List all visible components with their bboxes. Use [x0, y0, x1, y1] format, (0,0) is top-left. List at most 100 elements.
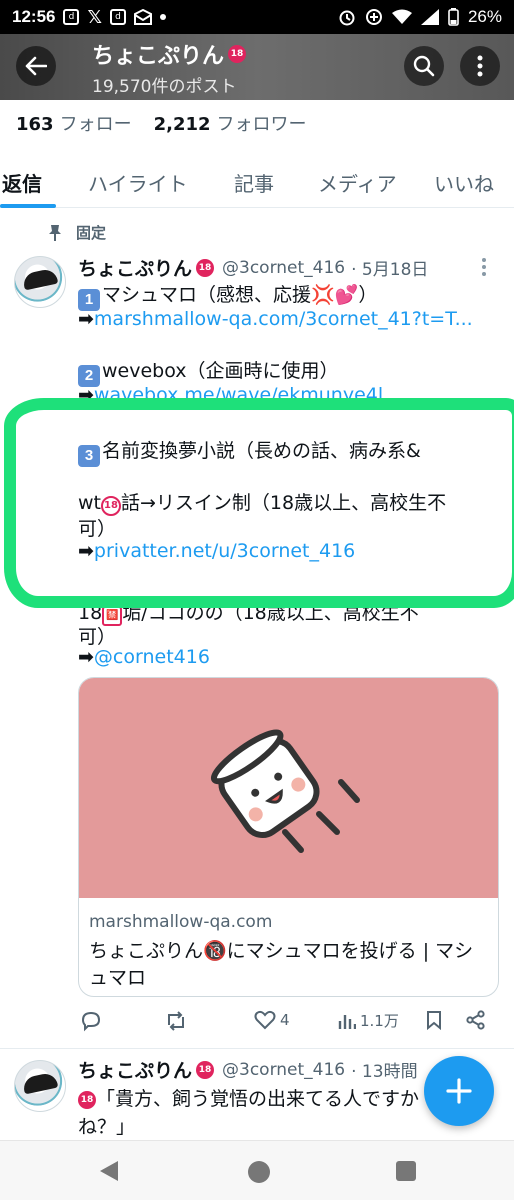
pinned-indicator: 固定: [48, 222, 106, 243]
nav-back-icon[interactable]: [100, 1161, 118, 1181]
tab-articles[interactable]: 記事: [234, 168, 274, 197]
like-button[interactable]: 4: [254, 1010, 290, 1030]
header-name: ちょこぷりん: [92, 44, 225, 69]
dot-icon: [160, 14, 166, 20]
bookmark-button[interactable]: [426, 1010, 442, 1030]
tweet-time[interactable]: · 13時間: [351, 1057, 417, 1082]
tweet-text: 名前変換夢小説（長めの話、病み系&: [102, 440, 421, 462]
no-18-icon: 18: [228, 45, 247, 63]
tweet-actions: 4 1.1万: [78, 1010, 498, 1038]
avatar[interactable]: [14, 256, 66, 308]
nav-home-icon[interactable]: [248, 1161, 270, 1183]
link-preview-card[interactable]: marshmallow-qa.com ちょこぷりん🔞にマシュマロを投げる | マ…: [78, 677, 499, 997]
tweet-text: 話→リスイン制（18歳以上、高校生不: [121, 492, 447, 514]
right-arrow-icon: ➡: [78, 384, 94, 406]
views-chart-icon: [338, 1014, 356, 1029]
no-18-icon: 18: [78, 1090, 96, 1109]
following-link[interactable]: 163 フォロー: [16, 110, 132, 136]
tweet-line-link-3: ➡privatter.net/u/3cornet_416: [78, 540, 355, 562]
tweet-line-3c: 可）: [78, 518, 117, 540]
header-name-row: ちょこぷりん 18: [92, 38, 247, 70]
compose-button[interactable]: [424, 1056, 494, 1126]
tweet-line-4b: 可）: [78, 626, 117, 648]
marshmallow-icon: [210, 729, 360, 853]
card-title: ちょこぷりん🔞にマシュマロを投げる | マシュマロ: [89, 940, 474, 989]
right-arrow-icon: ➡: [78, 646, 94, 668]
wifi-icon: [391, 9, 412, 24]
nav-recent-apps-icon[interactable]: [396, 1161, 416, 1181]
post-count: 19,570件のポスト: [92, 77, 237, 97]
tab-highlights[interactable]: ハイライト: [88, 168, 188, 197]
search-button[interactable]: [404, 46, 444, 86]
tweet-author-name[interactable]: ちょこぷりん: [78, 1056, 192, 1083]
tweet-handle[interactable]: @3cornet_416: [222, 258, 345, 278]
keycap-3-icon: 3: [78, 445, 100, 467]
tweet-text: wt: [78, 492, 101, 514]
profile-header: ちょこぷりん 18 19,570件のポスト: [0, 34, 514, 100]
vertical-dots-icon: [477, 55, 483, 77]
tab-likes[interactable]: いいね: [434, 168, 494, 197]
no-18-icon: 18: [196, 1060, 215, 1079]
system-navigation-bar: [0, 1140, 514, 1200]
tweet-line-link-2: ➡wavebox.me/wave/ekmunye4l: [78, 384, 383, 406]
following-count: 163: [16, 114, 54, 135]
tweet-mention[interactable]: @cornet416: [94, 646, 210, 668]
views-button[interactable]: 1.1万: [338, 1010, 399, 1031]
profile-tabs: 返信 ハイライト 記事 メディア いいね: [0, 150, 514, 208]
status-bar: 12:56 d 𝕏 d 26%: [0, 0, 514, 34]
tweet-line-4: 18 🈲 垢/ココのの（18歳以上、高校生不: [78, 598, 419, 626]
right-arrow-icon: ➡: [78, 540, 94, 562]
back-button[interactable]: [16, 46, 56, 86]
battery-percent: 26%: [467, 7, 502, 26]
more-options-button[interactable]: [460, 46, 500, 86]
tweet-line-link-1: ➡marshmallow-qa.com/3cornet_41?t=T...: [78, 308, 473, 330]
follow-stats: 163 フォロー 2,212 フォロワー: [16, 110, 307, 136]
tweet-link[interactable]: marshmallow-qa.com/3cornet_41?t=T...: [94, 308, 473, 330]
tab-replies[interactable]: 返信: [2, 168, 42, 197]
tab-media[interactable]: メディア: [318, 168, 397, 197]
no-18-icon: 18: [196, 258, 215, 277]
avatar[interactable]: [14, 1060, 66, 1112]
tweet-text: wevebox（企画時に使用）: [102, 360, 339, 382]
tweet-line-1: 18 「貴方、飼う覚悟の出来てる人ですか: [78, 1084, 419, 1111]
view-count: 1.1万: [360, 1012, 399, 1030]
no-18-icon: 18: [101, 495, 121, 516]
pin-icon: [49, 224, 61, 241]
signal-icon: [420, 9, 439, 25]
tweet-header: ちょこぷりん 18 @3cornet_416 · 5月18日: [78, 254, 428, 281]
following-label: フォロー: [59, 114, 132, 135]
share-icon: [466, 1010, 485, 1030]
followers-count: 2,212: [153, 114, 211, 135]
tweet-handle[interactable]: @3cornet_416: [222, 1060, 345, 1080]
tweet-text: マシュマロ（感想、応援: [102, 284, 312, 306]
tweet-more-button[interactable]: [482, 258, 486, 276]
followers-link[interactable]: 2,212 フォロワー: [154, 110, 307, 136]
card-domain: marshmallow-qa.com: [89, 912, 273, 932]
heart-icon: [254, 1010, 276, 1030]
bookmark-icon: [427, 1011, 441, 1030]
tweet-header: ちょこぷりん 18 @3cornet_416 · 13時間: [78, 1056, 418, 1083]
tweet-link[interactable]: privatter.net/u/3cornet_416: [94, 540, 355, 562]
reply-button[interactable]: [80, 1010, 102, 1032]
tweet-link[interactable]: wavebox.me/wave/ekmunye4l: [94, 384, 383, 406]
tweet-divider: [0, 1048, 514, 1049]
tiktok-icon: d: [110, 9, 126, 25]
marshmallow-image: [79, 678, 498, 898]
reply-icon: [81, 1011, 101, 1032]
repost-button[interactable]: [164, 1010, 188, 1032]
right-arrow-icon: ➡: [78, 308, 94, 330]
x-icon: 𝕏: [87, 6, 102, 28]
repost-icon: [168, 1011, 184, 1031]
tweet-text: 💢💕）: [311, 284, 378, 306]
data-saver-icon: [365, 9, 382, 25]
status-time: 12:56: [12, 7, 56, 26]
share-button[interactable]: [466, 1010, 486, 1030]
like-count: 4: [280, 1011, 290, 1029]
tweet-line-2: ね？」: [78, 1116, 136, 1138]
tweet-text: 18: [78, 602, 103, 624]
tweet-line-1: 1 マシュマロ（感想、応援💢💕）: [78, 280, 377, 311]
tweet-line-3: 3 名前変換夢小説（長めの話、病み系&: [78, 436, 421, 467]
tweet-date[interactable]: · 5月18日: [351, 255, 428, 280]
tweet-line-link-4: ➡@cornet416: [78, 646, 210, 668]
tweet-author-name[interactable]: ちょこぷりん: [78, 254, 192, 281]
